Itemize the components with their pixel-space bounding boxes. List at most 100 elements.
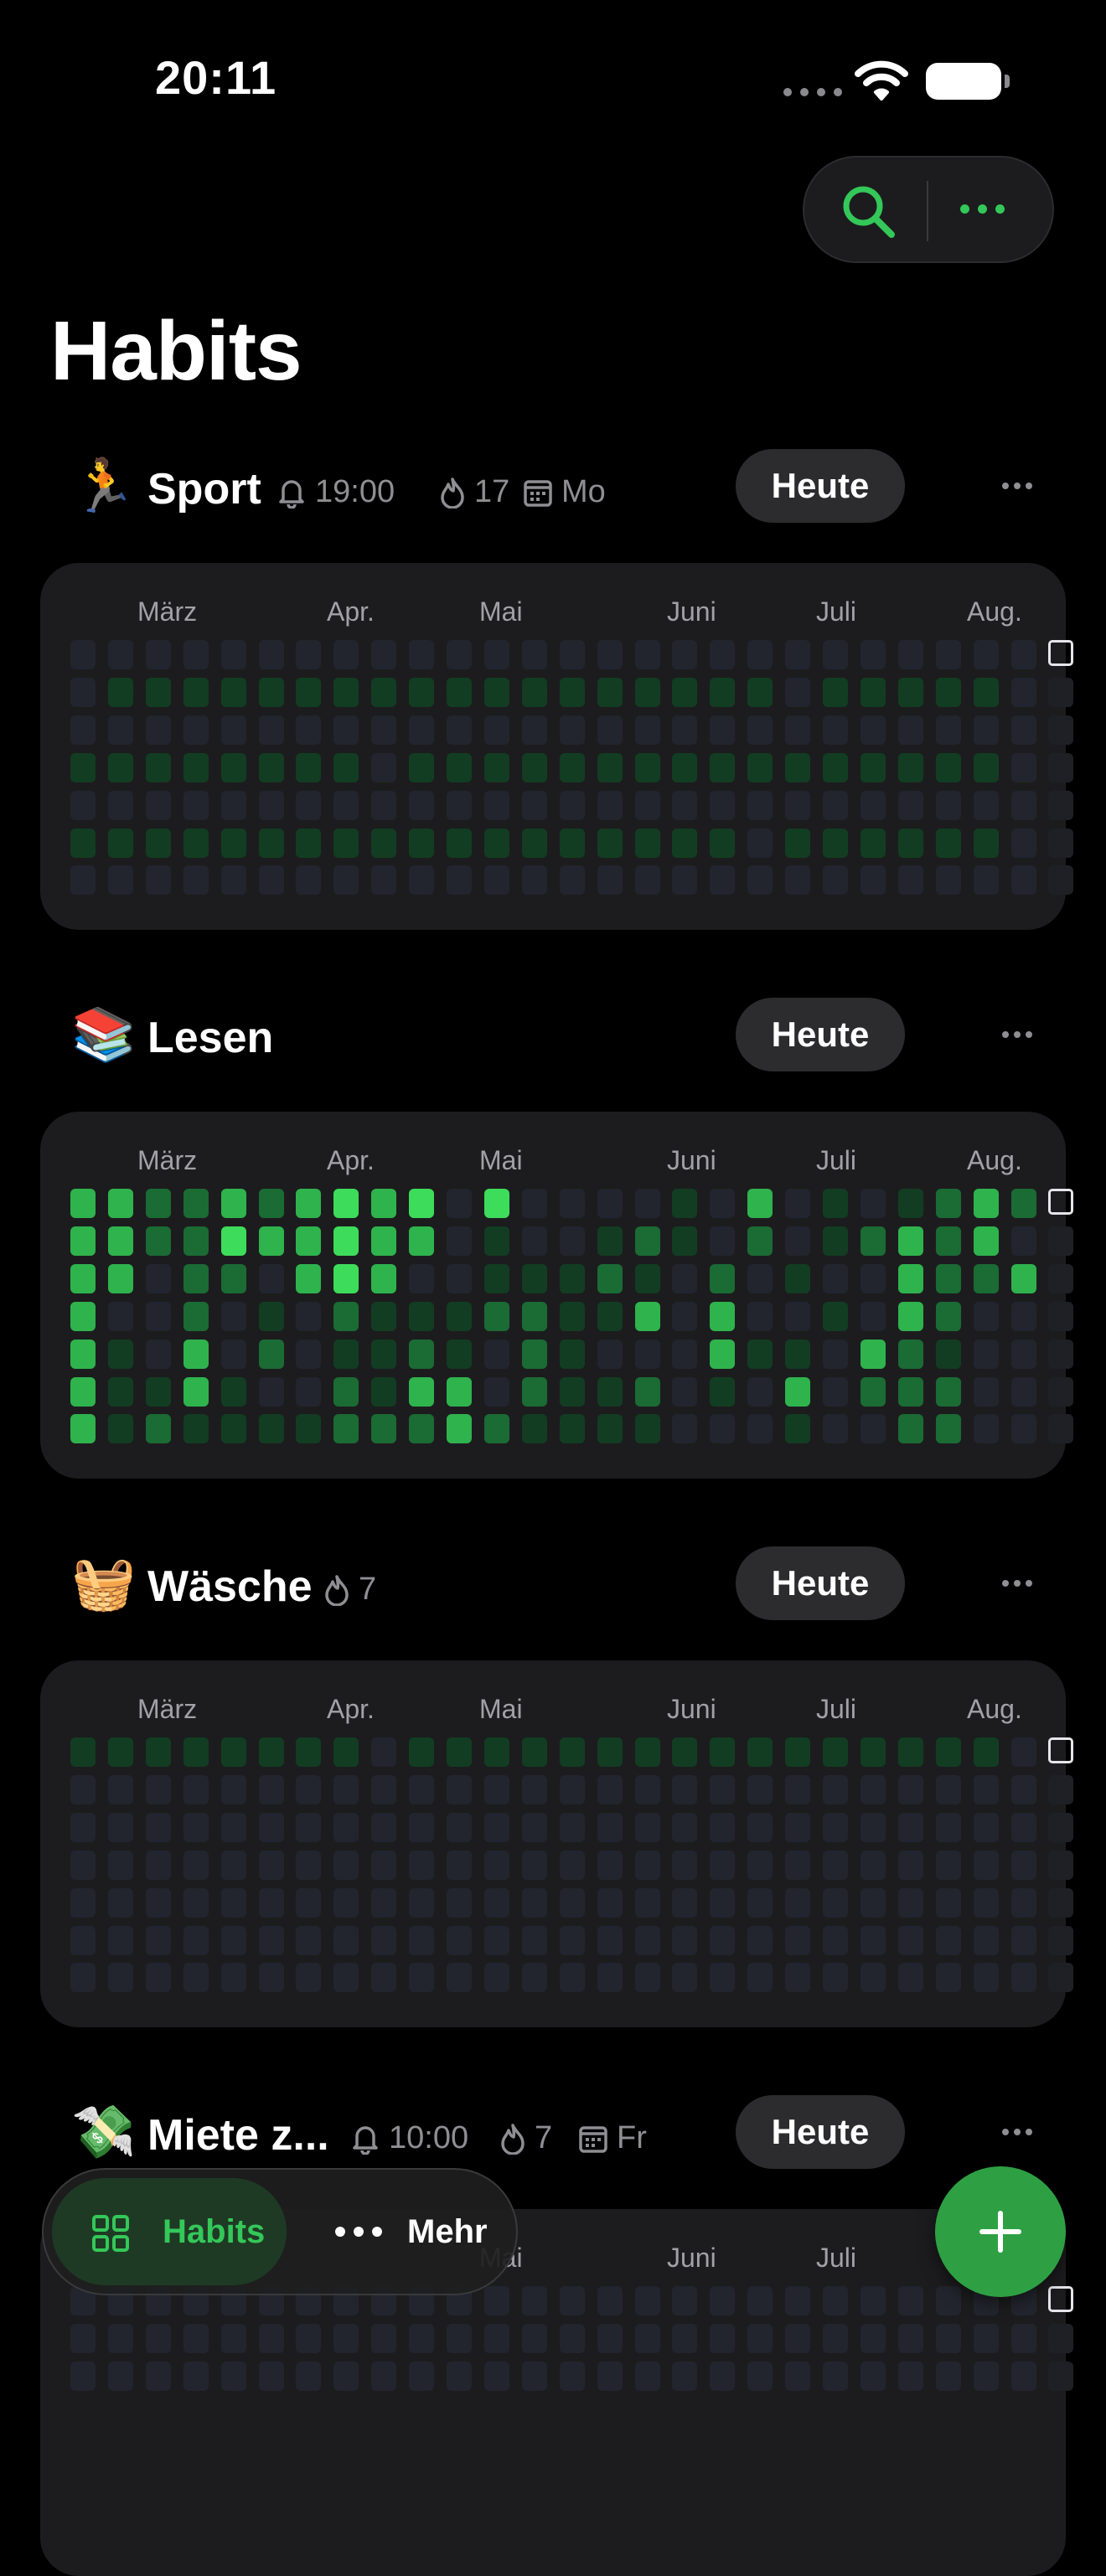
heatmap-cell bbox=[70, 752, 96, 782]
habit-name[interactable]: Sport bbox=[147, 464, 261, 514]
heatmap-cell bbox=[220, 790, 246, 820]
heatmap-cell bbox=[1010, 715, 1036, 745]
heatmap-cell bbox=[897, 752, 923, 782]
habit-heatmap-card[interactable]: März Apr. Mai Juni Juli Aug. bbox=[40, 1660, 1074, 2027]
heatmap-cell bbox=[973, 790, 999, 820]
flame-icon bbox=[439, 477, 466, 508]
habit-name[interactable]: Lesen bbox=[147, 1013, 273, 1063]
heatmap-cell bbox=[973, 1925, 999, 1955]
heatmap-cell bbox=[447, 1737, 472, 1767]
heute-button[interactable]: Heute bbox=[736, 998, 905, 1071]
heatmap-cell bbox=[107, 1339, 133, 1369]
add-habit-button[interactable] bbox=[935, 2166, 1066, 2297]
heatmap-cell bbox=[710, 1301, 736, 1331]
heatmap-cell bbox=[672, 1189, 698, 1218]
heatmap-cell bbox=[935, 1263, 961, 1293]
heatmap-cell bbox=[1048, 1850, 1074, 1880]
heatmap-cell bbox=[747, 1376, 773, 1407]
heatmap-cell bbox=[296, 677, 322, 707]
heatmap-cell bbox=[785, 1887, 811, 1918]
heatmap-cell bbox=[860, 1963, 886, 1993]
heatmap-cell bbox=[107, 1301, 133, 1331]
month-labels: März Apr. Mai Juni Juli Aug. bbox=[40, 1694, 1066, 1727]
heatmap-cell bbox=[333, 865, 359, 896]
heatmap-cell bbox=[70, 1414, 96, 1444]
heute-button[interactable]: Heute bbox=[736, 2095, 905, 2169]
heute-button[interactable]: Heute bbox=[736, 449, 905, 523]
heatmap-cell bbox=[145, 1774, 171, 1804]
heatmap-cell bbox=[220, 1301, 246, 1331]
heatmap-cell bbox=[483, 828, 509, 858]
heatmap-cell bbox=[1010, 2361, 1036, 2391]
heatmap-cell bbox=[333, 828, 359, 858]
heatmap-cell bbox=[935, 640, 961, 669]
heatmap-cell bbox=[296, 1414, 322, 1444]
habit-meta-bell: 10:00 bbox=[350, 2120, 468, 2156]
heatmap-cell bbox=[860, 1263, 886, 1293]
heatmap-cell bbox=[1010, 865, 1036, 896]
heatmap-cell bbox=[597, 828, 623, 858]
heatmap-cell bbox=[145, 828, 171, 858]
heatmap-cell bbox=[145, 1850, 171, 1880]
habit-more-icon[interactable] bbox=[1002, 1031, 1032, 1038]
today-cell[interactable] bbox=[1048, 2286, 1074, 2312]
today-cell[interactable] bbox=[1048, 640, 1074, 666]
habit-meta-flame: 7 bbox=[323, 1572, 376, 1608]
heatmap-cell bbox=[371, 1263, 397, 1293]
heatmap-cell bbox=[860, 2361, 886, 2391]
heatmap-cell bbox=[559, 1887, 585, 1918]
heatmap-cell bbox=[296, 1925, 322, 1955]
heatmap-cell bbox=[1048, 1376, 1074, 1407]
heatmap-cell bbox=[145, 752, 171, 782]
heatmap-cell bbox=[897, 2286, 923, 2315]
heatmap-cell bbox=[710, 1737, 736, 1767]
heatmap-cell bbox=[521, 640, 547, 669]
search-icon[interactable] bbox=[840, 183, 898, 241]
heatmap-cell bbox=[634, 1414, 660, 1444]
heatmap-cell bbox=[107, 1376, 133, 1407]
heatmap-cell bbox=[672, 752, 698, 782]
heatmap-cell bbox=[785, 752, 811, 782]
habit-more-icon[interactable] bbox=[1002, 2129, 1032, 2135]
heatmap-cell bbox=[897, 1737, 923, 1767]
heatmap-cell bbox=[710, 715, 736, 745]
heatmap-cell bbox=[145, 640, 171, 669]
heatmap-cell bbox=[447, 1189, 472, 1218]
heatmap-cell bbox=[559, 1812, 585, 1842]
today-cell[interactable] bbox=[1048, 1737, 1074, 1763]
heatmap-cell bbox=[1010, 1414, 1036, 1444]
heatmap-cell bbox=[897, 1189, 923, 1218]
habit-name[interactable]: Wäsche bbox=[147, 1562, 313, 1612]
habit-more-icon[interactable] bbox=[1002, 1580, 1032, 1587]
heatmap-cell bbox=[447, 1339, 472, 1369]
heatmap-cell bbox=[823, 1812, 848, 1842]
heatmap-cell bbox=[897, 2323, 923, 2353]
habit-name[interactable]: Miete z... bbox=[147, 2110, 329, 2160]
today-cell[interactable] bbox=[1048, 1189, 1074, 1215]
habit-heatmap-card[interactable]: März Apr. Mai Juni Juli Aug. bbox=[40, 563, 1074, 930]
heatmap-cell bbox=[220, 865, 246, 896]
more-options-icon[interactable] bbox=[960, 204, 1005, 214]
habit-meta-text: Fr bbox=[617, 2120, 647, 2155]
heatmap-cell bbox=[860, 865, 886, 896]
heatmap-cell bbox=[333, 1339, 359, 1369]
habit-meta-text: 17 bbox=[474, 474, 510, 509]
heatmap-cell bbox=[559, 828, 585, 858]
heatmap-cell bbox=[935, 1774, 961, 1804]
heatmap-cell bbox=[145, 677, 171, 707]
status-time: 20:11 bbox=[155, 51, 277, 104]
heatmap-cell bbox=[483, 1887, 509, 1918]
tab-mehr[interactable]: Mehr bbox=[295, 2178, 504, 2285]
pill-divider bbox=[927, 181, 928, 241]
heatmap-cell bbox=[107, 2361, 133, 2391]
heatmap-cell bbox=[935, 2361, 961, 2391]
heute-button[interactable]: Heute bbox=[736, 1546, 905, 1620]
heatmap-cell bbox=[70, 1774, 96, 1804]
habit-more-icon[interactable] bbox=[1002, 483, 1032, 489]
tab-habits[interactable]: Habits bbox=[52, 2178, 287, 2285]
heatmap-cell bbox=[258, 1414, 284, 1444]
habit-heatmap-card[interactable]: März Apr. Mai Juni Juli Aug. bbox=[40, 1112, 1074, 1479]
heatmap-cell bbox=[634, 752, 660, 782]
heatmap-cell bbox=[634, 2323, 660, 2353]
heatmap-cell bbox=[371, 1812, 397, 1842]
